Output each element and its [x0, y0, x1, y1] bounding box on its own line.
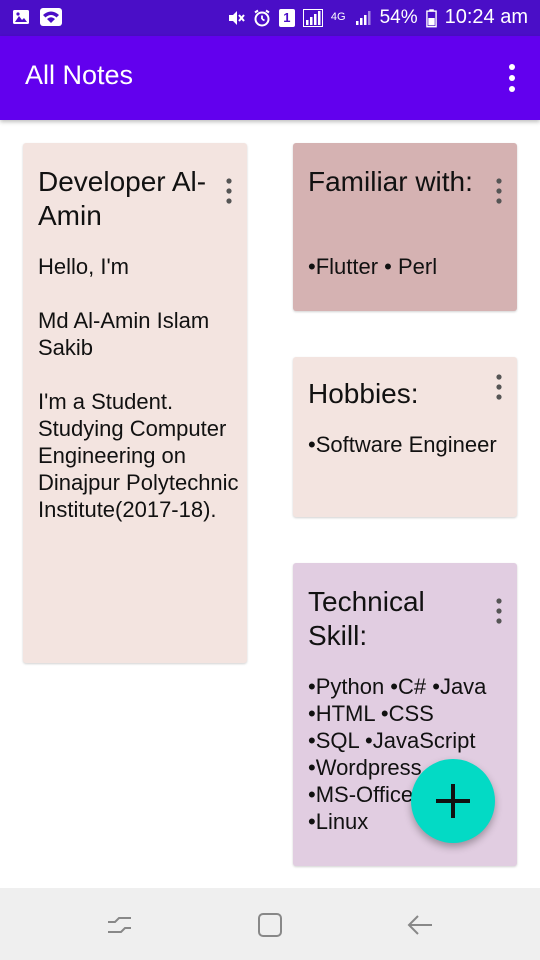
note-body: •Software Engineer	[308, 432, 497, 457]
mute-icon	[228, 10, 245, 25]
note-card[interactable]: Hobbies: •Software Engineer	[293, 357, 517, 517]
back-icon[interactable]	[406, 912, 436, 938]
note-title: Hobbies:	[308, 378, 419, 409]
more-vert-icon[interactable]	[223, 177, 235, 205]
add-note-button[interactable]	[411, 759, 495, 843]
more-vert-icon[interactable]	[493, 597, 505, 625]
note-title: Developer Al-Amin	[38, 166, 207, 231]
more-vert-icon[interactable]	[502, 62, 522, 94]
gallery-icon	[13, 10, 29, 24]
system-nav-bar	[0, 888, 540, 960]
wifi-icon	[40, 8, 62, 26]
clock: 10:24 am	[444, 6, 528, 28]
note-title: Technical Skill:	[308, 586, 425, 651]
home-icon[interactable]	[256, 912, 286, 938]
note-title: Familiar with:	[308, 166, 473, 197]
note-card[interactable]: Developer Al-Amin Hello, I'm Md Al-Amin …	[23, 143, 247, 663]
recent-apps-icon[interactable]	[105, 912, 135, 938]
more-vert-icon[interactable]	[493, 177, 505, 205]
network-type-label: 4G	[330, 11, 346, 23]
sim-slot-badge: 1	[278, 8, 295, 27]
status-bar: 1 4G 54% 10:24 am	[0, 0, 540, 36]
note-body: Hello, I'm Md Al-Amin Islam Sakib I'm a …	[38, 254, 239, 522]
battery-percent: 54%	[379, 6, 418, 28]
more-vert-icon[interactable]	[493, 373, 505, 401]
page-title: All Notes	[25, 60, 134, 90]
signal-icon	[302, 8, 323, 27]
alarm-icon	[254, 9, 270, 26]
signal-icon-2	[355, 10, 371, 25]
app-bar: All Notes	[0, 36, 540, 120]
note-card[interactable]: Familiar with: •Flutter • Perl	[293, 143, 517, 311]
note-body: •Flutter • Perl	[308, 254, 438, 279]
add-icon	[436, 784, 470, 818]
battery-icon	[425, 8, 437, 27]
